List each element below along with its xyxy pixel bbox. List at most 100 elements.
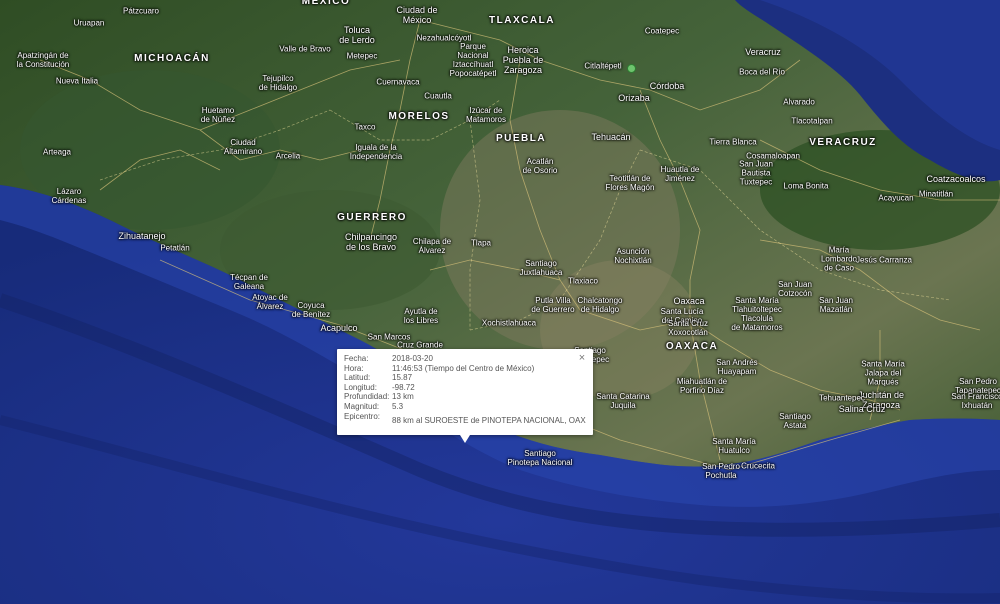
info-row-latitud: Latitud: 15.87 (344, 373, 534, 383)
city-label: San Pedro Pochutla (702, 462, 740, 480)
city-label: Coatzacoalcos (926, 174, 986, 184)
city-label: Chilpancingo de los Bravo (344, 232, 398, 252)
satellite-map[interactable]: MICHOACÁN MÉXICO TLAXCALA MORELOS PUEBLA… (0, 0, 1000, 604)
city-label: Orizaba (618, 93, 650, 103)
city-label: Uruapan (73, 18, 105, 28)
volcano-marker-icon[interactable] (627, 64, 636, 73)
city-label: Coyuca de Benítez (291, 301, 331, 319)
city-label: Xochistlahuaca (481, 318, 537, 328)
field-value: 2018-03-20 (392, 354, 433, 363)
city-label: Santa María Tlahuitoltepec (732, 296, 782, 314)
info-window-pointer (460, 435, 470, 443)
city-label: Tlapa (470, 238, 492, 248)
city-label: Cuernavaca (376, 77, 420, 87)
city-label: Lázaro Cárdenas (51, 187, 87, 205)
state-label-puebla: PUEBLA (495, 133, 547, 144)
city-label: Tehuacán (591, 132, 631, 142)
field-label: Fecha: (344, 354, 369, 363)
city-label: Coatepec (644, 26, 680, 36)
field-value: 11:46:53 (Tiempo del Centro de México) (392, 363, 535, 373)
city-label: Ciudad de México (396, 5, 438, 25)
field-label: Latitud: (344, 373, 371, 383)
city-label: Citlaltépetl (584, 61, 622, 71)
state-label-morelos: MORELOS (388, 111, 450, 122)
city-label: Chilapa de Álvarez (412, 237, 452, 255)
city-label: Tlacolula de Matamoros (731, 314, 783, 332)
city-label: Iguala de la Independencia (349, 143, 403, 161)
city-label: Ciudad Altamirano (223, 138, 263, 156)
state-label-mexico: MÉXICO (301, 0, 351, 7)
city-label: Apatzingán de la Constitución (16, 51, 70, 69)
city-label: Chalcatongo de Hidalgo (577, 296, 623, 314)
city-label: María Lombardo de Caso (820, 245, 858, 273)
close-icon[interactable]: × (577, 353, 587, 364)
epicentro-detail: 88 km al SUROESTE de PINOTEPA NACIONAL, … (392, 416, 586, 425)
city-label: San Juan Mazatlán (819, 296, 853, 314)
state-label-guerrero: GUERRERO (337, 212, 407, 223)
field-value: 5.3 (392, 401, 404, 411)
city-label: Santa Catarina Juquila (596, 392, 650, 410)
city-label: Valle de Bravo (279, 44, 331, 54)
city-label: Izúcar de Matamoros (465, 106, 507, 124)
info-row-magnitud: Magnitud: 5.3 (344, 402, 534, 412)
city-label: Santiago Astata (779, 412, 811, 430)
state-label-veracruz: VERACRUZ (809, 137, 877, 148)
city-label: San Andrés Huayapam (716, 358, 758, 376)
field-label: Hora: (344, 363, 364, 373)
city-label: Santiago Juxtlahuaca (519, 259, 563, 277)
field-label: Longitud: (344, 382, 377, 392)
city-label: Tejupilco de Hidalgo (258, 74, 298, 92)
city-label: Técpan de Galeana (230, 273, 268, 291)
field-label: Profundidad: (344, 392, 390, 402)
city-label: Huautla de Jiménez (660, 165, 700, 183)
city-label: Acatlán de Osorio (522, 157, 558, 175)
city-label: Santiago Pinotepa Nacional (507, 449, 573, 467)
city-label: Veracruz (745, 47, 781, 57)
field-value: 13 km (392, 392, 414, 402)
city-label: Tehuantepec (819, 393, 865, 403)
city-label: Cuautla (424, 91, 452, 101)
city-label: Alvarado (783, 97, 815, 107)
field-value: -98.72 (392, 382, 415, 392)
city-label: Santa María Jalapa del Marqués (861, 359, 905, 387)
city-label: Tierra Blanca (709, 137, 757, 147)
info-row-fecha: Fecha: 2018-03-20 (344, 354, 534, 364)
city-label: Arteaga (42, 147, 72, 157)
city-label: Acayucan (878, 193, 914, 203)
city-label: Tlaxiaco (568, 276, 598, 286)
info-fields: Fecha: 2018-03-20 Hora: 11:46:53 (Tiempo d… (344, 354, 534, 421)
city-label: Santa Cruz Xoxocotlán (667, 319, 709, 337)
info-row-profundidad: Profundidad: 13 km (344, 392, 534, 402)
city-label: Córdoba (649, 81, 685, 91)
city-label: Asunción Nochixtlán (614, 247, 652, 265)
city-label: Nueva Italia (55, 76, 99, 86)
city-label: Acapulco (320, 323, 358, 333)
city-label: Zihuatanejo (118, 231, 166, 241)
state-label-tlaxcala: TLAXCALA (489, 15, 555, 26)
city-label: San Juan Cotzocón (778, 280, 812, 298)
city-label: Arcelia (275, 151, 301, 161)
city-label: Heroica Puebla de Zaragoza (502, 45, 544, 75)
city-label: Taxco (354, 122, 376, 132)
city-label: Crucecita (741, 461, 775, 471)
city-label: Parque Nacional Iztaccíhuatl Popocatépet… (449, 42, 497, 78)
info-row-hora: Hora: 11:46:53 (Tiempo del Centro de Méxi… (344, 364, 534, 374)
city-label: Huetamo de Núñez (200, 106, 236, 124)
city-label: Ayutla de los Libres (403, 307, 439, 325)
city-label: Toluca de Lerdo (339, 25, 375, 45)
city-label: Salina Cruz (838, 404, 886, 414)
city-label: Minatitlán (918, 189, 954, 199)
city-label: Santa María Huatulco (712, 437, 756, 455)
city-label: Miahuatlán de Porfirio Díaz (676, 377, 728, 395)
city-label: San Francisco Ixhuatán (951, 392, 1000, 410)
city-label: Boca del Río (739, 67, 785, 77)
field-value: 15.87 (392, 373, 413, 383)
city-label: Tlacotalpan (791, 116, 833, 126)
info-row-longitud: Longitud: -98.72 (344, 383, 534, 393)
city-label: Atoyac de Álvarez (252, 293, 288, 311)
city-label: Jesús Carranza (855, 255, 913, 265)
state-label-oaxaca: OAXACA (665, 341, 719, 352)
city-label: Loma Bonita (783, 181, 829, 191)
city-label: Oaxaca (673, 296, 705, 306)
city-label: Petatlán (160, 243, 190, 253)
